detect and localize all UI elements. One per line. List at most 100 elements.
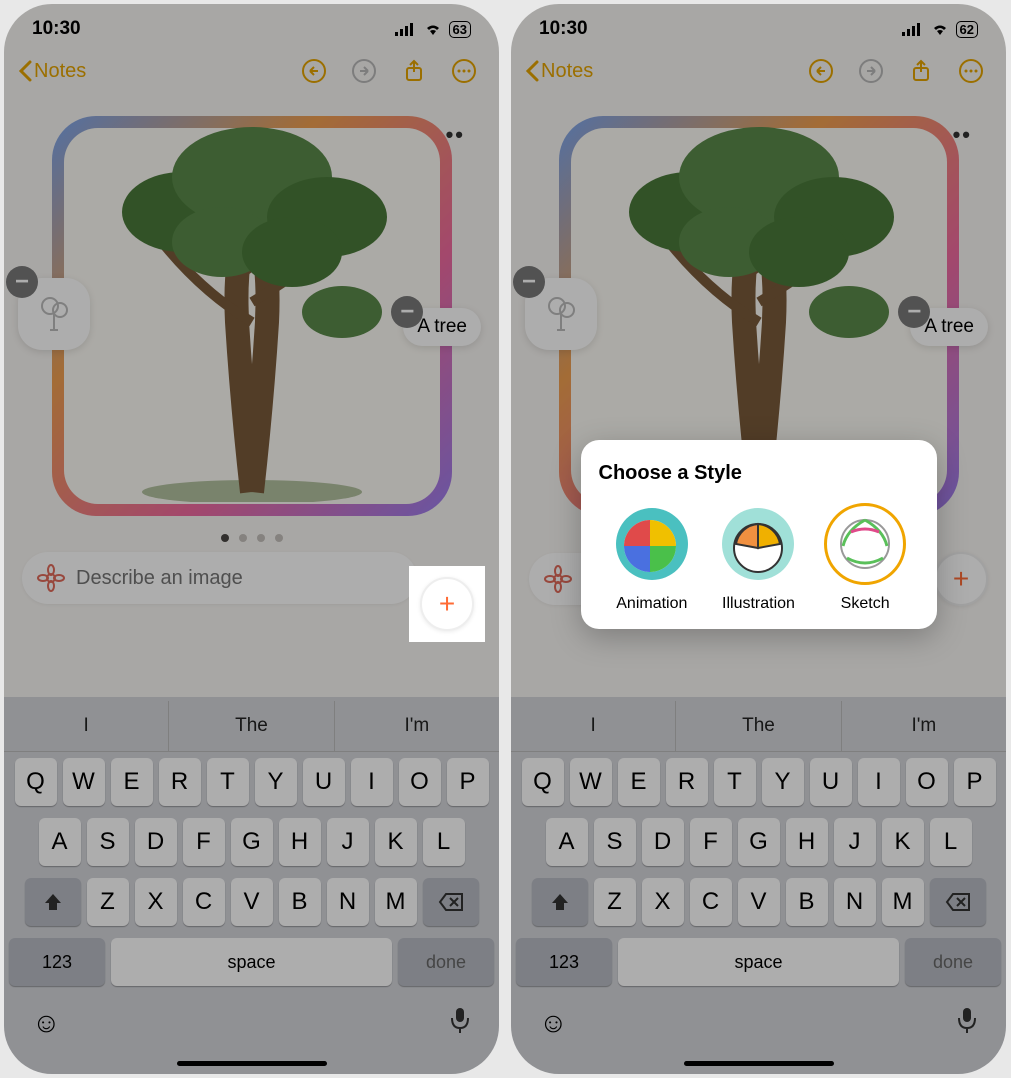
key-n[interactable]: N: [327, 878, 369, 926]
remove-chip-icon[interactable]: −: [6, 266, 38, 298]
back-button[interactable]: Notes: [18, 60, 86, 83]
style-animation[interactable]: Animation: [611, 503, 693, 613]
redo-button[interactable]: [349, 56, 379, 86]
key-r[interactable]: R: [159, 758, 201, 806]
key-c[interactable]: C: [183, 878, 225, 926]
share-button[interactable]: [399, 56, 429, 86]
redo-button[interactable]: [856, 56, 886, 86]
key-w[interactable]: W: [63, 758, 105, 806]
undo-button[interactable]: [299, 56, 329, 86]
key-g[interactable]: G: [231, 818, 273, 866]
sketch-chip[interactable]: −: [525, 278, 597, 350]
remove-chip-icon[interactable]: −: [513, 266, 545, 298]
prompt-field[interactable]: [76, 567, 403, 590]
key-u[interactable]: U: [303, 758, 345, 806]
key-h[interactable]: H: [279, 818, 321, 866]
text-chip[interactable]: − A tree: [403, 308, 481, 346]
key-u[interactable]: U: [810, 758, 852, 806]
key-f[interactable]: F: [183, 818, 225, 866]
key-o[interactable]: O: [399, 758, 441, 806]
suggestion[interactable]: I: [511, 701, 676, 751]
key-e[interactable]: E: [111, 758, 153, 806]
page-dots[interactable]: [4, 534, 499, 542]
back-button[interactable]: Notes: [525, 60, 593, 83]
delete-key[interactable]: [423, 878, 479, 926]
delete-key[interactable]: [930, 878, 986, 926]
add-button[interactable]: +: [420, 577, 474, 631]
suggestion[interactable]: I'm: [335, 701, 499, 751]
key-p[interactable]: P: [954, 758, 996, 806]
key-k[interactable]: K: [375, 818, 417, 866]
key-a[interactable]: A: [546, 818, 588, 866]
key-l[interactable]: L: [930, 818, 972, 866]
suggestion[interactable]: The: [676, 701, 841, 751]
shift-key[interactable]: [532, 878, 588, 926]
key-q[interactable]: Q: [522, 758, 564, 806]
key-m[interactable]: M: [375, 878, 417, 926]
key-v[interactable]: V: [231, 878, 273, 926]
key-b[interactable]: B: [279, 878, 321, 926]
more-button[interactable]: [449, 56, 479, 86]
space-key[interactable]: space: [618, 938, 899, 986]
key-y[interactable]: Y: [255, 758, 297, 806]
key-o[interactable]: O: [906, 758, 948, 806]
home-indicator[interactable]: [684, 1061, 834, 1066]
undo-button[interactable]: [806, 56, 836, 86]
key-r[interactable]: R: [666, 758, 708, 806]
home-indicator[interactable]: [177, 1061, 327, 1066]
key-c[interactable]: C: [690, 878, 732, 926]
numbers-key[interactable]: 123: [516, 938, 612, 986]
mic-key[interactable]: [449, 1006, 471, 1039]
key-a[interactable]: A: [39, 818, 81, 866]
generated-image[interactable]: [52, 116, 452, 516]
mic-key[interactable]: [956, 1006, 978, 1039]
key-z[interactable]: Z: [87, 878, 129, 926]
key-y[interactable]: Y: [762, 758, 804, 806]
style-sketch[interactable]: Sketch: [824, 503, 906, 613]
key-j[interactable]: J: [834, 818, 876, 866]
done-key[interactable]: done: [398, 938, 494, 986]
style-illustration[interactable]: Illustration: [717, 503, 799, 613]
key-i[interactable]: I: [858, 758, 900, 806]
key-f[interactable]: F: [690, 818, 732, 866]
key-v[interactable]: V: [738, 878, 780, 926]
shift-key[interactable]: [25, 878, 81, 926]
text-chip[interactable]: − A tree: [910, 308, 988, 346]
suggestion[interactable]: I'm: [842, 701, 1006, 751]
key-z[interactable]: Z: [594, 878, 636, 926]
key-d[interactable]: D: [642, 818, 684, 866]
key-g[interactable]: G: [738, 818, 780, 866]
sketch-chip[interactable]: −: [18, 278, 90, 350]
done-key[interactable]: done: [905, 938, 1001, 986]
key-t[interactable]: T: [207, 758, 249, 806]
key-t[interactable]: T: [714, 758, 756, 806]
add-button[interactable]: +: [934, 552, 988, 606]
key-m[interactable]: M: [882, 878, 924, 926]
suggestion[interactable]: I: [4, 701, 169, 751]
key-j[interactable]: J: [327, 818, 369, 866]
more-button[interactable]: [956, 56, 986, 86]
emoji-key[interactable]: ☺: [539, 1007, 568, 1039]
key-e[interactable]: E: [618, 758, 660, 806]
key-l[interactable]: L: [423, 818, 465, 866]
key-x[interactable]: X: [135, 878, 177, 926]
key-p[interactable]: P: [447, 758, 489, 806]
phone-right: 10:30 62 Notes •••: [511, 4, 1006, 1074]
prompt-input[interactable]: [22, 552, 417, 604]
suggestion[interactable]: The: [169, 701, 334, 751]
key-q[interactable]: Q: [15, 758, 57, 806]
numbers-key[interactable]: 123: [9, 938, 105, 986]
key-s[interactable]: S: [594, 818, 636, 866]
key-d[interactable]: D: [135, 818, 177, 866]
key-s[interactable]: S: [87, 818, 129, 866]
emoji-key[interactable]: ☺: [32, 1007, 61, 1039]
key-i[interactable]: I: [351, 758, 393, 806]
key-k[interactable]: K: [882, 818, 924, 866]
share-button[interactable]: [906, 56, 936, 86]
key-x[interactable]: X: [642, 878, 684, 926]
key-w[interactable]: W: [570, 758, 612, 806]
key-n[interactable]: N: [834, 878, 876, 926]
key-h[interactable]: H: [786, 818, 828, 866]
key-b[interactable]: B: [786, 878, 828, 926]
space-key[interactable]: space: [111, 938, 392, 986]
